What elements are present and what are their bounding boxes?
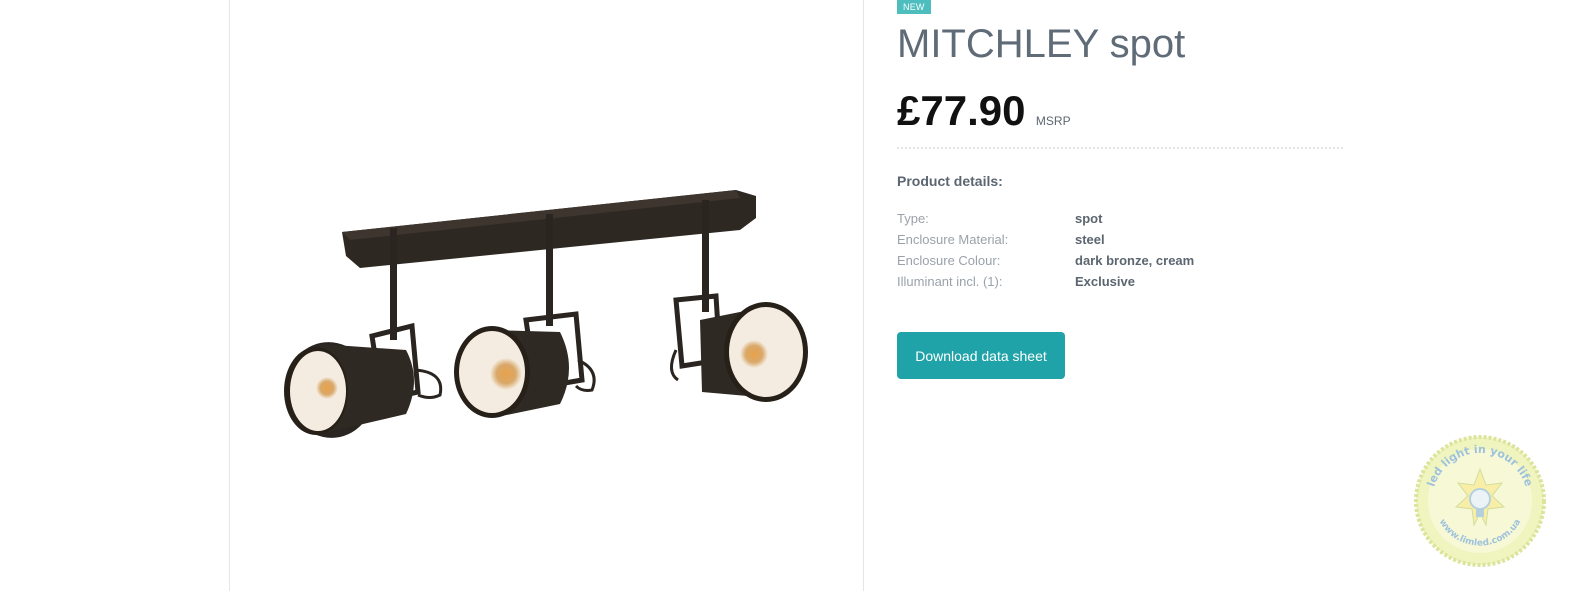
spec-value: spot bbox=[1075, 211, 1103, 226]
price-note: MSRP bbox=[1035, 114, 1071, 128]
new-badge: NEW bbox=[897, 0, 931, 14]
details-heading: Product details: bbox=[897, 173, 1003, 189]
spec-table: Type: spot Enclosure Material: steel Enc… bbox=[897, 208, 1343, 292]
download-data-sheet-button[interactable]: Download data sheet bbox=[897, 332, 1065, 379]
spec-label: Type: bbox=[897, 211, 929, 226]
spec-row: Enclosure Material: steel bbox=[897, 229, 1343, 250]
spec-label: Enclosure Material: bbox=[897, 232, 1009, 247]
spec-label: Illuminant incl. (1): bbox=[897, 274, 1003, 289]
product-price: £77.90 bbox=[897, 87, 1026, 134]
spec-label: Enclosure Colour: bbox=[897, 253, 1001, 268]
price-row: £77.90 MSRP bbox=[897, 86, 1071, 136]
spec-row: Enclosure Colour: dark bronze, cream bbox=[897, 250, 1343, 271]
product-title: MITCHLEY spot bbox=[897, 22, 1186, 66]
product-image[interactable] bbox=[230, 0, 863, 591]
spec-value: steel bbox=[1075, 232, 1105, 247]
spec-row: Illuminant incl. (1): Exclusive bbox=[897, 271, 1343, 292]
watermark-seal: led light in your life www.limled.com.ua bbox=[1414, 435, 1546, 567]
spec-value: Exclusive bbox=[1075, 274, 1135, 289]
product-image-panel bbox=[229, 0, 864, 591]
divider bbox=[897, 147, 1343, 149]
spec-value: dark bronze, cream bbox=[1075, 253, 1195, 268]
spec-row: Type: spot bbox=[897, 208, 1343, 229]
